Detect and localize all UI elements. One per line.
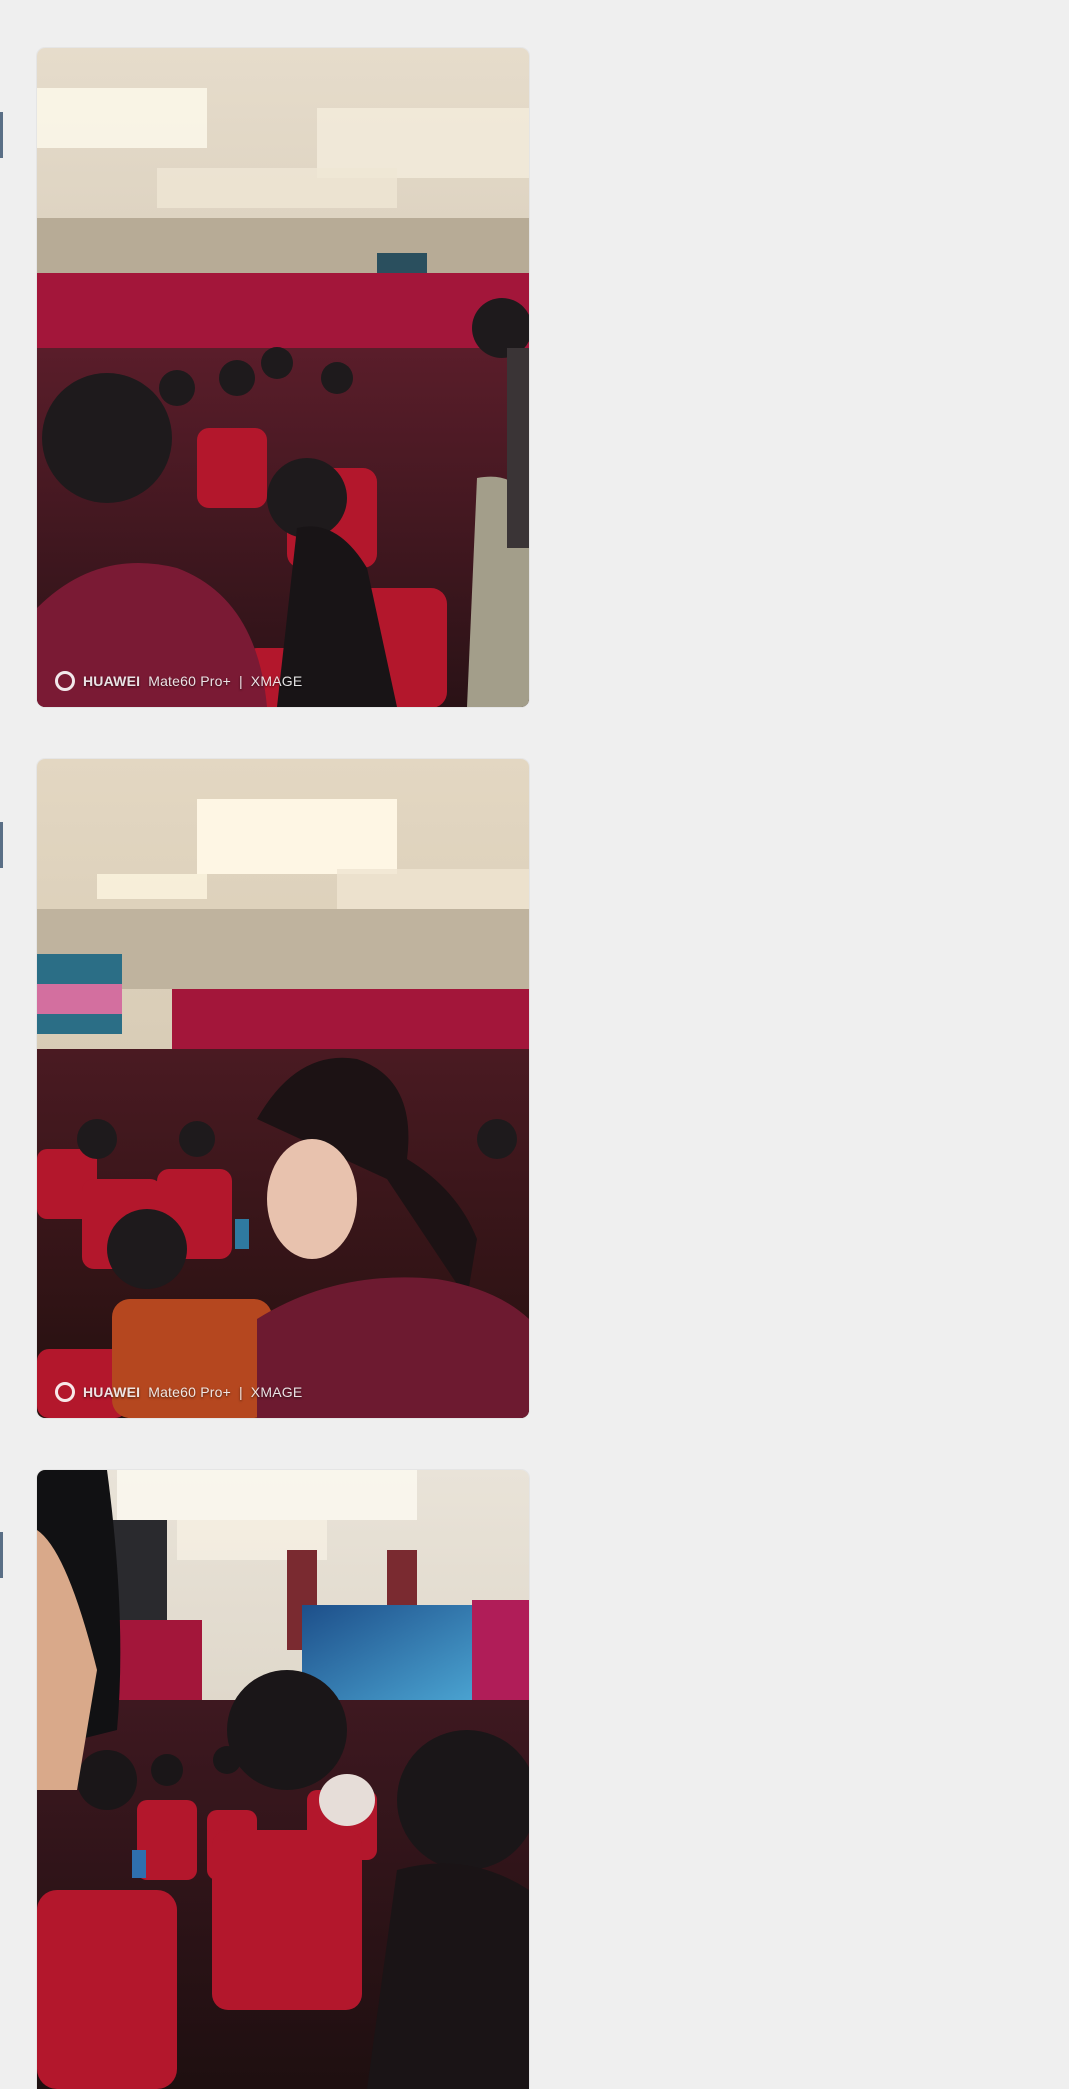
camera-watermark: HUAWEI Mate60 Pro+ | XMAGE [55,1382,302,1402]
gallery-photo-1[interactable]: HUAWEI Mate60 Pro+ | XMAGE [37,48,529,707]
watermark-model: Mate60 Pro+ [148,1384,231,1400]
watermark-separator: | [238,1384,243,1400]
left-edge-marker [0,822,3,868]
watermark-lens: XMAGE [250,1384,303,1400]
left-edge-marker [0,112,3,158]
watermark-separator: | [238,673,243,689]
watermark-brand: HUAWEI [83,1384,141,1400]
huawei-logo-icon [55,671,75,691]
watermark-brand: HUAWEI [83,673,141,689]
left-edge-marker [0,1532,3,1578]
watermark-lens: XMAGE [250,673,303,689]
gallery-photo-3[interactable] [37,1470,529,2089]
camera-watermark: HUAWEI Mate60 Pro+ | XMAGE [55,671,302,691]
conference-hall-photo [37,48,529,707]
gallery-photo-2[interactable]: HUAWEI Mate60 Pro+ | XMAGE [37,759,529,1418]
conference-hall-photo [37,1470,529,2089]
huawei-logo-icon [55,1382,75,1402]
watermark-model: Mate60 Pro+ [148,673,231,689]
conference-hall-photo [37,759,529,1418]
